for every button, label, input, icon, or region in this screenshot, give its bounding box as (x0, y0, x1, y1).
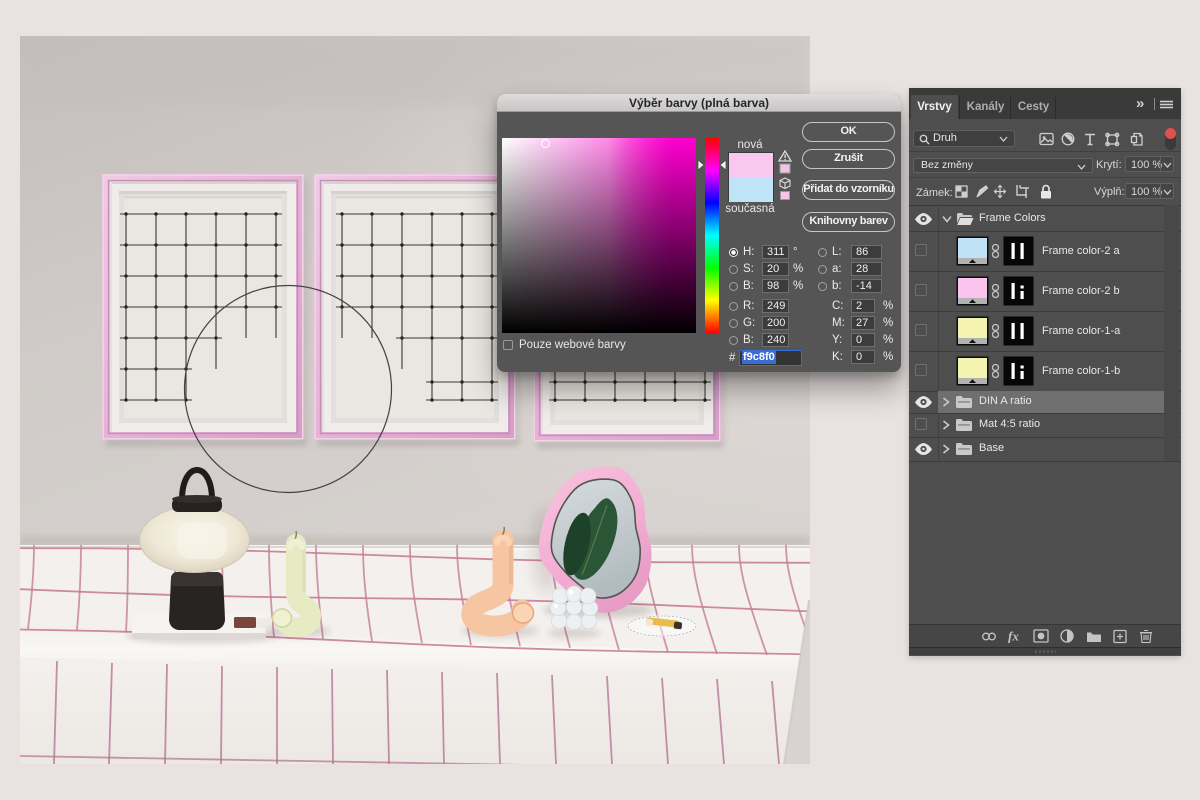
svg-text:fx: fx (1008, 629, 1019, 644)
